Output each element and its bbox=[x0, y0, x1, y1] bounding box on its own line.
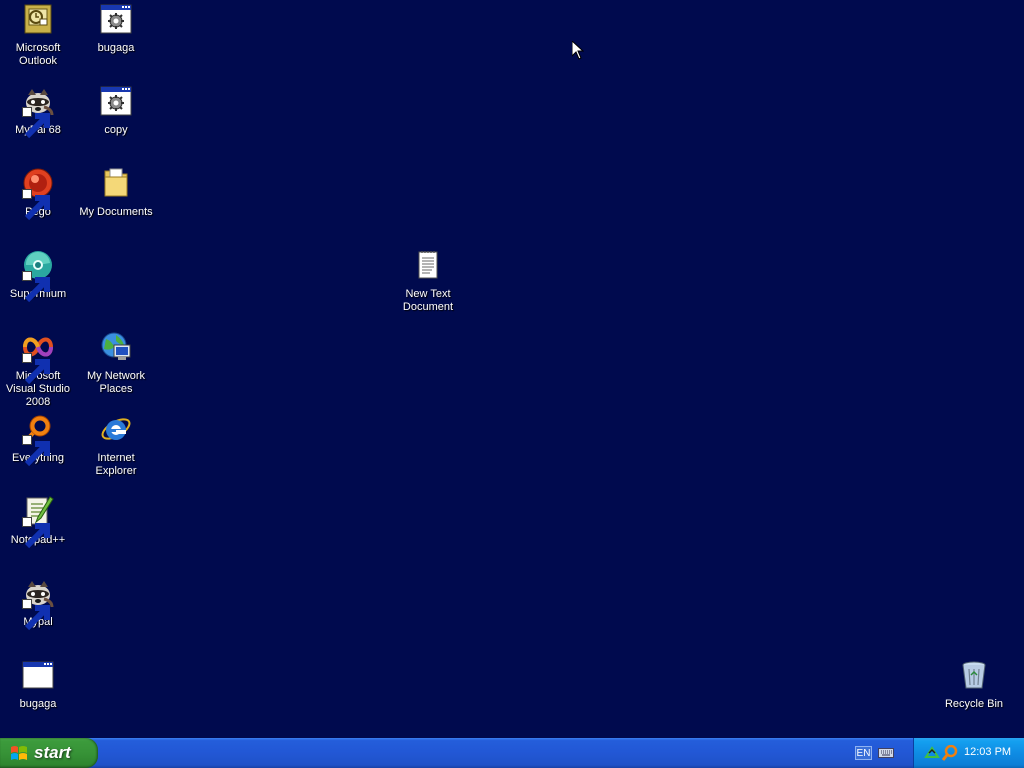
pego-icon bbox=[22, 167, 54, 221]
raccoon-icon bbox=[22, 577, 54, 631]
visual-studio-icon bbox=[22, 331, 54, 385]
desktop-icon-internet-explorer[interactable]: Internet Explorer bbox=[78, 413, 154, 478]
mouse-cursor-icon bbox=[572, 41, 584, 60]
batch-file-gear-icon bbox=[100, 85, 132, 117]
keyboard-icon[interactable] bbox=[878, 747, 894, 759]
taskbar: start EN 12:03 PM bbox=[0, 738, 1024, 768]
shortcut-arrow-icon bbox=[22, 353, 50, 385]
raccoon-icon bbox=[22, 85, 54, 139]
desktop-icon-pego[interactable]: Pego bbox=[0, 167, 76, 221]
shortcut-arrow-icon bbox=[22, 517, 50, 549]
desktop-icon-notepad-plus-plus[interactable]: Notepad++ bbox=[0, 495, 76, 549]
icon-label: bugaga bbox=[19, 698, 57, 710]
shortcut-arrow-icon bbox=[22, 271, 50, 303]
text-document-icon bbox=[412, 249, 444, 281]
shortcut-arrow-icon bbox=[22, 435, 50, 467]
icon-label: Internet Explorer bbox=[95, 452, 137, 477]
folder-documents-icon bbox=[100, 167, 132, 199]
desktop-icon-everything[interactable]: Everything bbox=[0, 413, 76, 467]
system-tray: 12:03 PM bbox=[913, 738, 1024, 768]
icon-label: My Documents bbox=[79, 206, 153, 218]
shortcut-arrow-icon bbox=[22, 107, 50, 139]
batch-file-gear-icon bbox=[100, 3, 132, 35]
icon-label: My Network Places bbox=[86, 370, 146, 395]
icon-label: bugaga bbox=[97, 42, 135, 54]
start-label: start bbox=[34, 743, 71, 762]
desktop-icon-mypal[interactable]: Mypal bbox=[0, 577, 76, 631]
desktop-icon-supermium[interactable]: Supermium bbox=[0, 249, 76, 303]
network-recycle-tray-icon[interactable] bbox=[924, 745, 940, 761]
start-button[interactable]: start bbox=[0, 738, 98, 768]
window-app-icon bbox=[22, 659, 54, 691]
desktop-icon-new-text-document[interactable]: New Text Document bbox=[390, 249, 466, 314]
desktop-icon-mypal-68[interactable]: MyPal 68 bbox=[0, 85, 76, 139]
windows-logo-icon bbox=[11, 746, 27, 760]
icon-label: copy bbox=[104, 124, 128, 136]
internet-explorer-icon bbox=[100, 413, 132, 445]
icon-label: New Text Document bbox=[402, 288, 454, 313]
icon-label: Recycle Bin bbox=[944, 698, 1004, 710]
language-indicator[interactable]: EN bbox=[855, 746, 872, 760]
search-tray-icon[interactable] bbox=[942, 745, 958, 761]
desktop-icon-my-network-places[interactable]: My Network Places bbox=[78, 331, 154, 396]
everything-search-icon bbox=[22, 413, 54, 467]
notepadpp-icon bbox=[22, 495, 54, 549]
desktop-icon-bugaga-batch[interactable]: bugaga bbox=[78, 3, 154, 55]
desktop-icon-microsoft-outlook[interactable]: Microsoft Outlook bbox=[0, 3, 76, 68]
supermium-icon bbox=[22, 249, 54, 303]
desktop-icon-copy[interactable]: copy bbox=[78, 85, 154, 137]
desktop-icon-my-documents[interactable]: My Documents bbox=[78, 167, 154, 219]
recycle-bin-icon bbox=[958, 659, 990, 691]
desktop[interactable]: Microsoft Outlook MyPal 68 Pego Supermiu… bbox=[0, 0, 1024, 738]
shortcut-arrow-icon bbox=[22, 599, 50, 631]
desktop-icon-bugaga-window[interactable]: bugaga bbox=[0, 659, 76, 711]
outlook-icon bbox=[22, 3, 54, 35]
desktop-icon-recycle-bin[interactable]: Recycle Bin bbox=[936, 659, 1012, 711]
shortcut-arrow-icon bbox=[22, 189, 50, 221]
icon-label: Microsoft Outlook bbox=[15, 42, 61, 67]
clock[interactable]: 12:03 PM bbox=[964, 746, 1011, 758]
desktop-icon-microsoft-visual-studio-2008[interactable]: Microsoft Visual Studio 2008 bbox=[0, 331, 76, 409]
network-globe-icon bbox=[100, 331, 132, 363]
